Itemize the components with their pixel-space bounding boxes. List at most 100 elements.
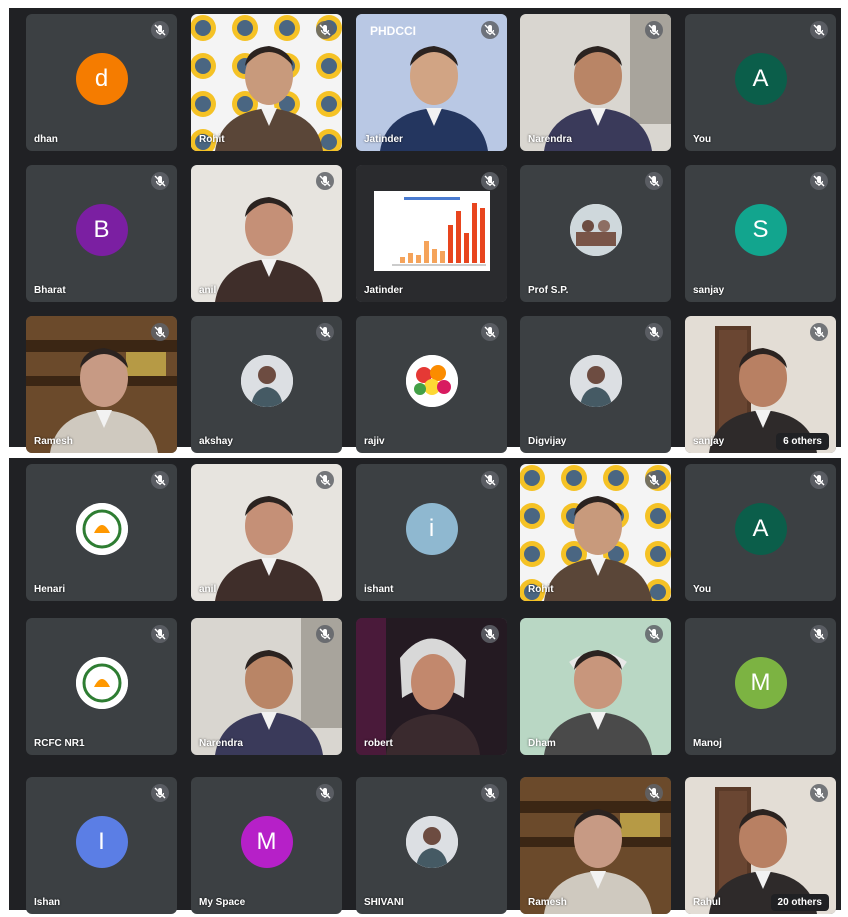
participant-tile[interactable]: A You (685, 14, 836, 151)
flowers-photo-icon (405, 354, 458, 407)
logo-photo-icon (75, 502, 128, 555)
participant-name: Narendra (528, 134, 572, 145)
participant-avatar: I (75, 815, 128, 868)
participant-name: SHIVANI (364, 897, 404, 908)
mic-muted-icon (151, 21, 169, 39)
mic-muted-icon (810, 323, 828, 341)
participant-tile[interactable]: d dhan (26, 14, 177, 151)
participant-name: sanjay (693, 285, 725, 296)
person-photo-icon (569, 354, 622, 407)
mic-muted-icon (316, 625, 334, 643)
others-count-button[interactable]: 20 others (770, 894, 829, 911)
participant-tile[interactable]: rajiv (356, 316, 507, 453)
participant-avatar: i (405, 502, 458, 555)
participant-name: My Space (199, 897, 246, 908)
participant-avatar: S (734, 203, 787, 256)
logo-photo-icon (75, 656, 128, 709)
participant-tile[interactable]: Digvijay (520, 316, 671, 453)
mic-muted-icon (151, 471, 169, 489)
participant-tile[interactable]: Ramesh (26, 316, 177, 453)
participant-avatar: M (240, 815, 293, 868)
mic-muted-icon (481, 784, 499, 802)
participant-name: Dham (528, 738, 556, 749)
participant-name: Rohit (199, 134, 225, 145)
meeting-grid-top: d dhan Rohit Jatinder PHDCCI Narendra A You B Bha… (9, 8, 841, 453)
participant-tile[interactable]: Rohit (520, 464, 671, 601)
participant-tile[interactable]: M My Space (191, 777, 342, 914)
participant-tile[interactable]: robert (356, 618, 507, 755)
mic-muted-icon (810, 625, 828, 643)
mic-muted-icon (481, 625, 499, 643)
participant-name: Ramesh (528, 897, 567, 908)
participant-name: ishant (364, 584, 394, 595)
participant-name: You (693, 584, 712, 595)
person-photo-icon (405, 815, 458, 868)
mic-muted-icon (316, 172, 334, 190)
participant-tile[interactable]: i ishant (356, 464, 507, 601)
mic-muted-icon (316, 21, 334, 39)
participant-tile[interactable]: sanjay 6 others (685, 316, 836, 453)
mic-muted-icon (316, 323, 334, 341)
participant-tile[interactable]: M Manoj (685, 618, 836, 755)
room-photo-icon (569, 203, 622, 256)
participant-tile[interactable]: B Bharat (26, 165, 177, 302)
mic-muted-icon (481, 172, 499, 190)
participant-tile[interactable]: Rahul 20 others (685, 777, 836, 914)
participant-tile[interactable]: A You (685, 464, 836, 601)
mic-muted-icon (481, 323, 499, 341)
participant-name: anil (199, 584, 217, 595)
mic-muted-icon (810, 172, 828, 190)
participant-name: Bharat (34, 285, 66, 296)
participant-tile[interactable]: akshay (191, 316, 342, 453)
mic-muted-icon (645, 172, 663, 190)
mic-muted-icon (645, 471, 663, 489)
mic-muted-icon (316, 784, 334, 802)
participant-name: dhan (34, 134, 58, 145)
mic-muted-icon (645, 784, 663, 802)
participant-tile[interactable]: Jatinder (356, 165, 507, 302)
participant-avatar: B (75, 203, 128, 256)
participant-name: Prof S.P. (528, 285, 569, 296)
mic-muted-icon (151, 172, 169, 190)
participant-tile[interactable]: Jatinder PHDCCI (356, 14, 507, 151)
participant-tile[interactable]: I Ishan (26, 777, 177, 914)
mic-muted-icon (481, 21, 499, 39)
others-count-button[interactable]: 6 others (776, 433, 829, 450)
participant-tile[interactable]: Narendra (191, 618, 342, 755)
mic-muted-icon (645, 625, 663, 643)
mic-muted-icon (810, 784, 828, 802)
mic-muted-icon (316, 471, 334, 489)
participant-avatar: A (734, 52, 787, 105)
mic-muted-icon (481, 471, 499, 489)
participant-tile[interactable]: Ramesh (520, 777, 671, 914)
participant-name: Jatinder (364, 134, 403, 145)
participant-name: Ramesh (34, 436, 73, 447)
participant-name: Rahul (693, 897, 721, 908)
participant-tile[interactable]: Ssanjay (685, 165, 836, 302)
mic-muted-icon (151, 323, 169, 341)
participant-tile[interactable]: anil (191, 464, 342, 601)
person-photo-icon (240, 354, 293, 407)
participant-avatar: d (75, 52, 128, 105)
participant-name: sanjay (693, 436, 725, 447)
mic-muted-icon (810, 21, 828, 39)
participant-name: robert (364, 738, 393, 749)
participant-tile[interactable]: Rohit (191, 14, 342, 151)
participant-name: Henari (34, 584, 66, 595)
participant-tile[interactable]: Narendra (520, 14, 671, 151)
participant-name: anil (199, 285, 217, 296)
participant-tile[interactable]: RCFC NR1 (26, 618, 177, 755)
participant-name: Narendra (199, 738, 243, 749)
participant-name: Jatinder (364, 285, 403, 296)
participant-tile[interactable]: SHIVANI (356, 777, 507, 914)
participant-tile[interactable]: Dham (520, 618, 671, 755)
mic-muted-icon (151, 784, 169, 802)
participant-name: Ishan (34, 897, 61, 908)
participant-name: Rohit (528, 584, 554, 595)
participant-tile[interactable]: Henari (26, 464, 177, 601)
participant-name: Manoj (693, 738, 722, 749)
participant-avatar: A (734, 502, 787, 555)
participant-name: rajiv (364, 436, 385, 447)
participant-tile[interactable]: anil (191, 165, 342, 302)
participant-tile[interactable]: Prof S.P. (520, 165, 671, 302)
